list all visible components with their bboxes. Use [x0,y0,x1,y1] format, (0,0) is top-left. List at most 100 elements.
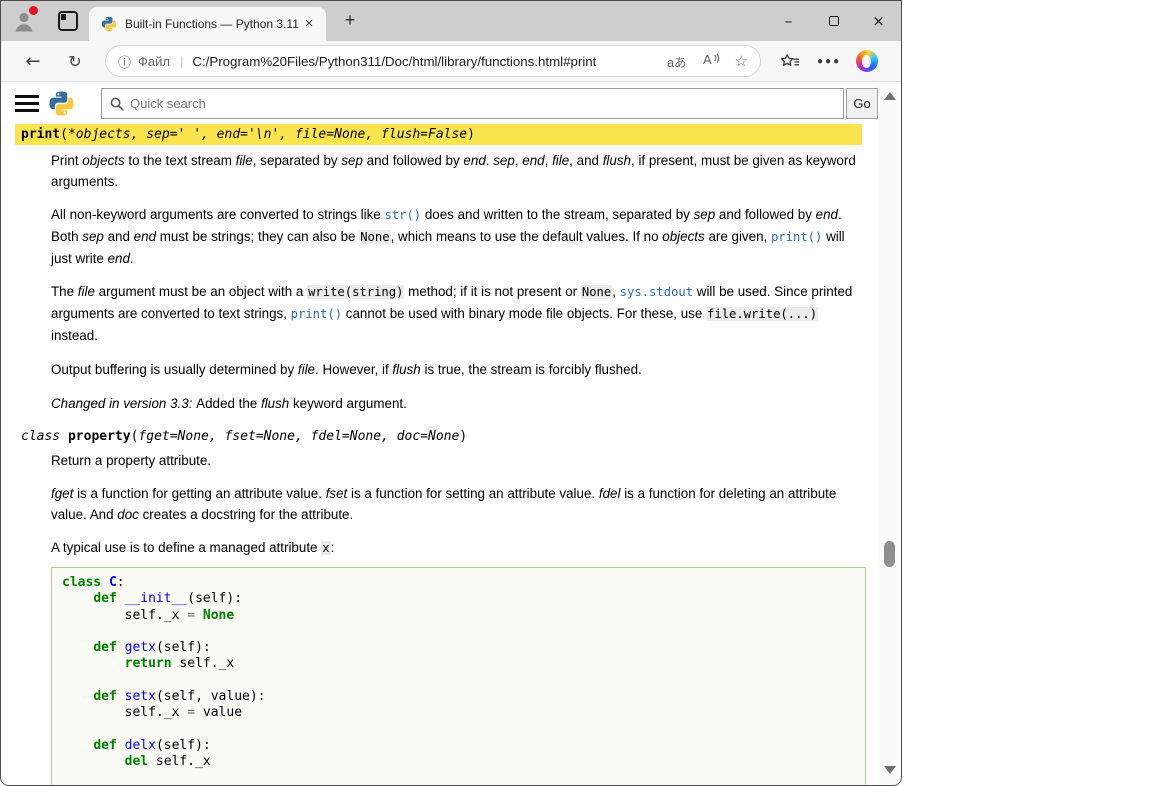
text-segment: and [104,229,134,244]
text-segment: end [816,207,838,222]
favorites-hub-icon[interactable] [780,53,800,70]
go-button[interactable]: Go [846,88,878,119]
quick-search-input[interactable] [130,96,835,111]
text-segment [62,591,93,606]
paragraph: Output buffering is usually determined b… [51,359,858,380]
text-segment: flush [392,362,420,377]
text-segment: is a function for setting an attribute v… [347,486,599,501]
code-line [62,722,855,738]
text-segment: Return a property attribute. [51,453,211,468]
text-segment: must be strings; they can also be [156,229,359,244]
changed-in-version-note: Changed in version 3.3: Added the flush … [51,393,858,414]
paragraph: All non-keyword arguments are converted … [51,204,858,269]
text-segment: file [236,153,253,168]
text-segment: method; if it is not present or [404,284,580,299]
favorite-star-icon[interactable]: ☆ [735,52,748,70]
text-segment [195,608,203,623]
menu-icon[interactable] [15,95,39,113]
more-options-icon[interactable]: ●●● [817,56,841,67]
inline-code-link[interactable]: print() [771,230,822,244]
text-segment: : [117,575,125,590]
text-segment: del [125,754,148,769]
profile-avatar[interactable] [11,8,37,34]
text-segment: None [203,608,234,623]
inline-code-link[interactable]: sys.stdout [620,285,693,299]
text-segment: to the text stream [125,153,236,168]
text-segment: end [522,153,544,168]
address-divider: | [180,54,183,69]
text-segment: . [130,251,134,266]
text-segment: instead. [51,328,98,343]
scrollbar-thumb[interactable] [884,541,895,567]
back-icon[interactable]: ← [19,51,47,72]
new-tab-button[interactable]: + [339,10,361,32]
text-segment: , [612,284,619,299]
text-segment: flush [603,153,631,168]
text-segment: (self): [156,640,211,655]
scroll-up-icon[interactable] [884,92,896,100]
text-segment: value [195,705,242,720]
text-segment: write(string) [307,285,404,299]
quick-search-box [101,88,844,119]
tab-actions-icon[interactable] [58,11,78,31]
translate-icon[interactable]: аあ [667,52,686,71]
paragraph: The file argument must be an object with… [51,281,858,346]
notification-dot-icon [29,6,38,15]
inline-code-link[interactable]: str() [384,208,421,222]
code-line: self._x = None [62,608,855,624]
minimize-button[interactable]: – [766,1,811,41]
text-segment: argument must be an object with a [95,284,307,299]
text-segment: def [93,738,124,753]
code-line [62,673,855,689]
tab-close-icon[interactable]: × [300,15,318,33]
scroll-down-icon[interactable] [884,766,896,774]
text-segment: Changed in version 3.3: [51,396,196,411]
text-segment: The [51,284,78,299]
code-line: self._x = value [62,705,855,721]
text-segment: sep [82,229,104,244]
text-segment: (self, value): [156,689,266,704]
text-segment: and followed by [363,153,464,168]
text-segment: fdel [599,486,621,501]
text-segment: ( [60,127,68,142]
text-segment: . However, if [315,362,392,377]
code-line: def __init__(self): [62,591,855,607]
text-segment: sep [493,153,515,168]
text-segment: sep [341,153,363,168]
inline-code-link[interactable]: print() [291,307,342,321]
maximize-button[interactable] [811,1,856,41]
paragraph: Print objects to the text stream file, s… [51,150,858,192]
url-text[interactable]: C:/Program%20Files/Python311/Doc/html/li… [192,54,652,69]
page-info-icon[interactable]: ⓘ [118,52,131,71]
text-segment [62,754,125,769]
paragraph: fget is a function for getting an attrib… [51,483,858,525]
text-segment: *objects, sep=' ', end='\n', file=None, … [68,127,467,142]
refresh-icon[interactable]: ↻ [61,52,89,71]
copilot-icon[interactable] [856,50,878,72]
text-segment: self._x [148,754,211,769]
tab-title: Built-in Functions — Python 3.11. [125,17,300,31]
text-segment: sep [694,207,716,222]
code-line: def delx(self): [62,738,855,754]
page-viewport: Go print(*objects, sep=' ', end='\n', fi… [1,83,901,785]
text-segment: class [62,575,109,590]
code-line [62,771,855,785]
text-segment: fget=None, fset=None, fdel=None, doc=Non… [138,429,459,444]
address-bar[interactable]: ⓘ Файл | C:/Program%20Files/Python311/Do… [105,45,761,77]
text-segment: objects [82,153,124,168]
text-segment: end [108,251,130,266]
text-segment: is a function for getting an attribute v… [73,486,325,501]
text-segment: ) [467,127,475,142]
scrollbar[interactable] [879,83,901,785]
browser-tab[interactable]: Built-in Functions — Python 3.11. × [89,7,326,41]
text-segment: is true, the stream is forcibly flushed. [421,362,642,377]
read-aloud-icon[interactable]: A [702,51,720,72]
text-segment: (self): [156,738,211,753]
text-segment: A typical use is to define a managed att… [51,540,321,555]
text-segment: are given, [705,229,771,244]
text-segment: objects [662,229,704,244]
code-line: def getx(self): [62,640,855,656]
text-segment: keyword argument. [289,396,407,411]
close-button[interactable]: × [856,1,901,41]
text-segment: cannot be used with binary mode file obj… [342,306,706,321]
